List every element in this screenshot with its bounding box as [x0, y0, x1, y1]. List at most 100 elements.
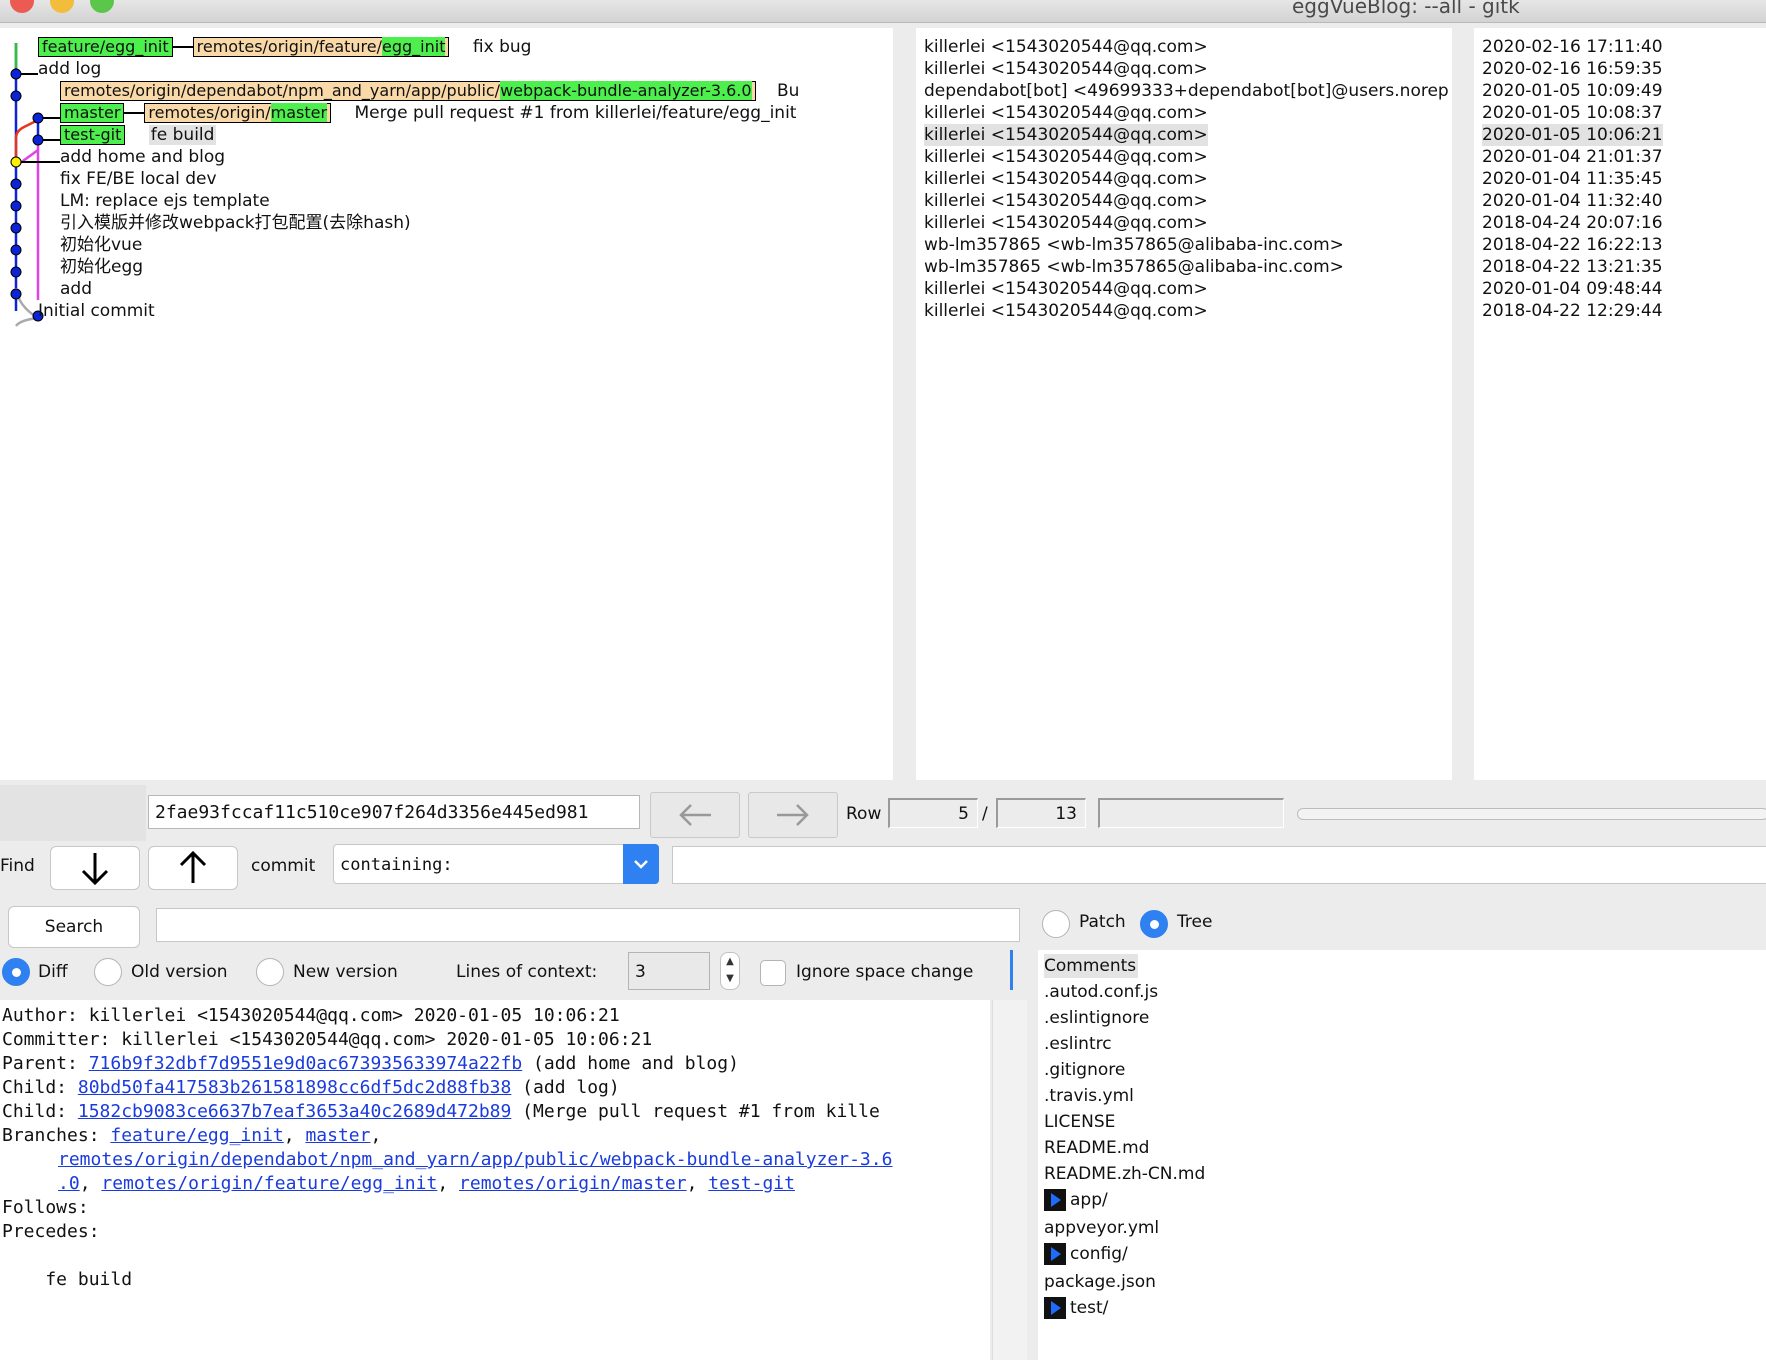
- graph-row-1[interactable]: feature/egg_init remotes/origin/feature/e…: [38, 36, 531, 58]
- ref-local-branch[interactable]: feature/egg_init: [38, 37, 173, 57]
- date-cell[interactable]: 2018-04-22 12:29:44: [1482, 300, 1663, 322]
- graph-row-9[interactable]: 引入模版并修改webpack打包配置(去除hash): [60, 212, 411, 234]
- tree-radio[interactable]: [1140, 910, 1168, 938]
- author-cell[interactable]: killerlei <1543020544@qq.com>: [924, 36, 1208, 58]
- author-cell[interactable]: killerlei <1543020544@qq.com>: [924, 300, 1208, 322]
- branch-link[interactable]: remotes/origin/dependabot/npm_and_yarn/a…: [58, 1149, 892, 1170]
- graph-row-2[interactable]: add log: [38, 58, 101, 80]
- find-prev-button[interactable]: [148, 846, 238, 890]
- author-cell[interactable]: wb-lm357865 <wb-lm357865@alibaba-inc.com…: [924, 256, 1344, 278]
- ref-local-branch[interactable]: test-git: [60, 125, 126, 145]
- chevron-up-icon[interactable]: ▲: [721, 953, 739, 970]
- date-cell[interactable]: 2020-02-16 17:11:40: [1482, 36, 1663, 58]
- chevron-down-icon[interactable]: ▼: [721, 970, 739, 987]
- date-cell[interactable]: 2020-02-16 16:59:35: [1482, 58, 1663, 80]
- chevron-down-icon[interactable]: [623, 844, 659, 884]
- forward-button[interactable]: [748, 792, 838, 838]
- date-cell[interactable]: 2018-04-22 13:21:35: [1482, 256, 1663, 278]
- tree-file-item[interactable]: .eslintignore: [1044, 1006, 1149, 1030]
- minimize-window-button[interactable]: [50, 0, 74, 13]
- graph-row-6[interactable]: add home and blog: [60, 146, 225, 168]
- author-pane[interactable]: killerlei <1543020544@qq.com> killerlei …: [916, 28, 1452, 780]
- author-cell[interactable]: wb-lm357865 <wb-lm357865@alibaba-inc.com…: [924, 234, 1344, 256]
- branch-link[interactable]: master: [305, 1125, 370, 1146]
- zoom-window-button[interactable]: [90, 0, 114, 13]
- parent-sha-link[interactable]: 716b9f32dbf7d9551e9d0ac673935633974a22fb: [89, 1053, 522, 1074]
- find-mode-select[interactable]: containing:: [333, 844, 659, 884]
- tree-file-item[interactable]: .travis.yml: [1044, 1084, 1134, 1108]
- new-version-radio[interactable]: [256, 958, 284, 986]
- date-cell[interactable]: 2020-01-04 09:48:44: [1482, 278, 1663, 300]
- tree-comments-item[interactable]: Comments: [1044, 954, 1139, 978]
- branch-link[interactable]: remotes/origin/master: [459, 1173, 687, 1194]
- branch-link[interactable]: test-git: [708, 1173, 795, 1194]
- graph-row-11[interactable]: 初始化egg: [60, 256, 143, 278]
- tree-file-item[interactable]: .gitignore: [1044, 1058, 1125, 1082]
- tree-file-item[interactable]: .eslintrc: [1044, 1032, 1112, 1056]
- branch-link[interactable]: remotes/origin/feature/egg_init: [101, 1173, 437, 1194]
- tree-dir-item[interactable]: app/: [1044, 1188, 1108, 1212]
- tree-file-item[interactable]: README.zh-CN.md: [1044, 1162, 1205, 1186]
- date-cell[interactable]: 2020-01-04 21:01:37: [1482, 146, 1663, 168]
- author-cell[interactable]: killerlei <1543020544@qq.com>: [924, 212, 1208, 234]
- tree-file-item[interactable]: README.md: [1044, 1136, 1149, 1160]
- child-sha-link[interactable]: 80bd50fa417583b261581898cc6df5dc2d88fb38: [78, 1077, 511, 1098]
- details-scrollbar[interactable]: [992, 1000, 1027, 1360]
- expand-arrow-icon[interactable]: [1044, 1189, 1066, 1211]
- graph-row-12[interactable]: add: [60, 278, 92, 300]
- author-cell[interactable]: killerlei <1543020544@qq.com>: [924, 102, 1208, 124]
- date-cell[interactable]: 2020-01-05 10:08:37: [1482, 102, 1663, 124]
- close-window-button[interactable]: [10, 0, 34, 13]
- date-cell[interactable]: 2020-01-04 11:35:45: [1482, 168, 1663, 190]
- diff-radio[interactable]: [2, 958, 30, 986]
- tree-file-item[interactable]: .autod.conf.js: [1044, 980, 1158, 1004]
- commit-graph-pane[interactable]: feature/egg_init remotes/origin/feature/e…: [0, 28, 893, 780]
- pane-divider[interactable]: [1010, 950, 1013, 990]
- patch-radio[interactable]: [1042, 910, 1070, 938]
- graph-row-10[interactable]: 初始化vue: [60, 234, 142, 256]
- search-button[interactable]: Search: [8, 906, 140, 948]
- expand-arrow-icon[interactable]: [1044, 1243, 1066, 1265]
- ignore-space-checkbox[interactable]: [760, 960, 786, 986]
- author-cell[interactable]: killerlei <1543020544@qq.com>: [924, 190, 1208, 212]
- author-cell[interactable]: killerlei <1543020544@qq.com>: [924, 146, 1208, 168]
- graph-row-5[interactable]: test-git fe build: [60, 124, 217, 146]
- ref-remote-branch[interactable]: remotes/origin/master: [144, 103, 332, 123]
- branch-link[interactable]: .0: [58, 1173, 80, 1194]
- branch-link[interactable]: feature/egg_init: [110, 1125, 283, 1146]
- tree-dir-item[interactable]: config/: [1044, 1242, 1128, 1266]
- date-cell-selected[interactable]: 2020-01-05 10:06:21: [1482, 124, 1663, 146]
- child-sha-link[interactable]: 1582cb9083ce6637b7eaf3653a40c2689d472b89: [78, 1101, 511, 1122]
- expand-arrow-icon[interactable]: [1044, 1297, 1066, 1319]
- back-button[interactable]: [650, 792, 740, 838]
- sha1-field[interactable]: 2fae93fccaf11c510ce907f264d3356e445ed981: [148, 795, 640, 829]
- date-pane[interactable]: 2020-02-16 17:11:40 2020-02-16 16:59:35 …: [1474, 28, 1766, 780]
- tree-file-item[interactable]: appveyor.yml: [1044, 1216, 1159, 1240]
- old-version-radio[interactable]: [94, 958, 122, 986]
- graph-row-7[interactable]: fix FE/BE local dev: [60, 168, 217, 190]
- author-cell[interactable]: killerlei <1543020544@qq.com>: [924, 278, 1208, 300]
- tree-file-item[interactable]: LICENSE: [1044, 1110, 1115, 1134]
- graph-row-8[interactable]: LM: replace ejs template: [60, 190, 270, 212]
- graph-row-13[interactable]: Initial commit: [38, 300, 155, 322]
- find-input[interactable]: [672, 846, 1766, 884]
- graph-row-4[interactable]: master remotes/origin/master Merge pull r…: [60, 102, 796, 124]
- author-cell[interactable]: killerlei <1543020544@qq.com>: [924, 58, 1208, 80]
- author-cell-selected[interactable]: killerlei <1543020544@qq.com>: [924, 124, 1208, 146]
- lines-context-stepper[interactable]: ▲ ▼: [720, 952, 740, 990]
- date-cell[interactable]: 2020-01-04 11:32:40: [1482, 190, 1663, 212]
- author-cell[interactable]: killerlei <1543020544@qq.com>: [924, 168, 1208, 190]
- ref-local-branch[interactable]: master: [60, 103, 125, 123]
- commit-details-pane[interactable]: Author: killerlei <1543020544@qq.com> 20…: [0, 1000, 990, 1360]
- tree-file-item[interactable]: package.json: [1044, 1270, 1156, 1294]
- tree-dir-item[interactable]: test/: [1044, 1296, 1108, 1320]
- date-cell[interactable]: 2018-04-22 16:22:13: [1482, 234, 1663, 256]
- graph-row-3[interactable]: remotes/origin/dependabot/npm_and_yarn/a…: [60, 80, 799, 102]
- date-cell[interactable]: 2020-01-05 10:09:49: [1482, 80, 1663, 102]
- author-cell[interactable]: dependabot[bot] <49699333+dependabot[bot…: [924, 80, 1449, 102]
- ref-remote-branch[interactable]: remotes/origin/feature/egg_init: [192, 37, 450, 57]
- date-cell[interactable]: 2018-04-24 20:07:16: [1482, 212, 1663, 234]
- ref-remote-branch[interactable]: remotes/origin/dependabot/npm_and_yarn/a…: [60, 81, 756, 101]
- find-next-button[interactable]: [50, 846, 140, 890]
- search-input[interactable]: [156, 908, 1020, 942]
